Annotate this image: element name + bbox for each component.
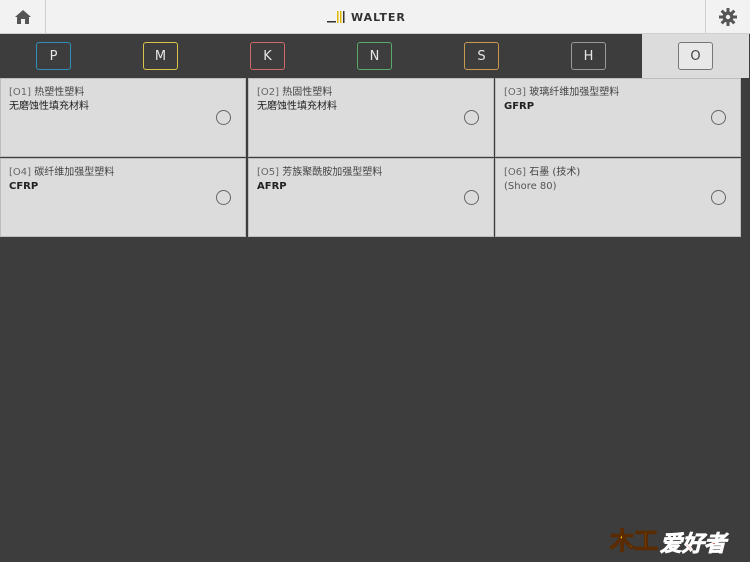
material-subtitle: (Shore 80) [504, 181, 557, 192]
radio-button[interactable] [464, 190, 479, 205]
material-title: [O5] 芳族聚酰胺加强型塑料 [257, 165, 485, 180]
radio-button[interactable] [711, 110, 726, 125]
tab-h[interactable]: H [535, 34, 642, 78]
tab-label: N [357, 42, 392, 70]
material-option[interactable]: [O5] 芳族聚酰胺加强型塑料 AFRP [248, 158, 494, 237]
tab-label: M [143, 42, 178, 70]
material-subtitle: CFRP [9, 181, 39, 192]
top-bar: WALTER [0, 0, 750, 34]
tab-label: P [36, 42, 71, 70]
tab-label: O [678, 42, 713, 70]
home-button[interactable] [0, 0, 46, 33]
watermark-logo: 木工 爱好者 [609, 527, 730, 558]
home-icon [14, 9, 31, 24]
material-code: [O4] [9, 167, 32, 178]
material-group-tabs: PMKNSHO [0, 34, 750, 78]
material-name: 芳族聚酰胺加强型塑料 [282, 167, 383, 178]
material-title: [O3] 玻璃纤维加强型塑料 [504, 85, 732, 100]
material-title: [O6] 石墨 (技术) [504, 165, 732, 180]
material-subtitle: GFRP [504, 101, 535, 112]
radio-button[interactable] [216, 110, 231, 125]
material-name: 热塑性塑料 [34, 87, 85, 98]
material-name: 石墨 (技术) [529, 167, 581, 178]
gear-icon [719, 7, 737, 26]
svg-text:爱好者: 爱好者 [660, 532, 729, 557]
material-name: 玻璃纤维加强型塑料 [529, 87, 620, 98]
material-code: [O3] [504, 87, 527, 98]
tab-m[interactable]: M [107, 34, 214, 78]
material-option[interactable]: [O2] 热固性塑料 无磨蚀性填充材料 [248, 78, 494, 157]
radio-button[interactable] [711, 190, 726, 205]
radio-button[interactable] [216, 190, 231, 205]
tab-s[interactable]: S [428, 34, 535, 78]
tab-k[interactable]: K [214, 34, 321, 78]
svg-text:木工: 木工 [609, 527, 658, 555]
tab-label: K [250, 42, 285, 70]
walter-logo-mark [327, 11, 345, 23]
material-title: [O2] 热固性塑料 [257, 85, 485, 100]
tab-n[interactable]: N [321, 34, 428, 78]
material-option[interactable]: [O1] 热塑性塑料 无磨蚀性填充材料 [0, 78, 246, 157]
material-title: [O4] 碳纤维加强型塑料 [9, 165, 237, 180]
material-code: [O6] [504, 167, 527, 178]
tab-p[interactable]: P [0, 34, 107, 78]
material-subtitle: AFRP [257, 181, 287, 192]
material-code: [O1] [9, 87, 32, 98]
tab-label: H [571, 42, 606, 70]
material-code: [O2] [257, 87, 280, 98]
tab-label: S [464, 42, 499, 70]
settings-button[interactable] [705, 0, 750, 33]
material-name: 碳纤维加强型塑料 [34, 167, 115, 178]
radio-button[interactable] [464, 110, 479, 125]
material-name: 热固性塑料 [282, 87, 333, 98]
walter-logo: WALTER [327, 9, 406, 25]
material-code: [O5] [257, 167, 280, 178]
tab-o[interactable]: O [642, 34, 749, 78]
material-subtitle: 无磨蚀性填充材料 [9, 101, 89, 112]
material-option[interactable]: [O6] 石墨 (技术) (Shore 80) [495, 158, 741, 237]
material-option[interactable]: [O3] 玻璃纤维加强型塑料 GFRP [495, 78, 741, 157]
brand-name: WALTER [351, 10, 406, 24]
material-title: [O1] 热塑性塑料 [9, 85, 237, 100]
material-subtitle: 无磨蚀性填充材料 [257, 101, 337, 112]
material-option[interactable]: [O4] 碳纤维加强型塑料 CFRP [0, 158, 246, 237]
